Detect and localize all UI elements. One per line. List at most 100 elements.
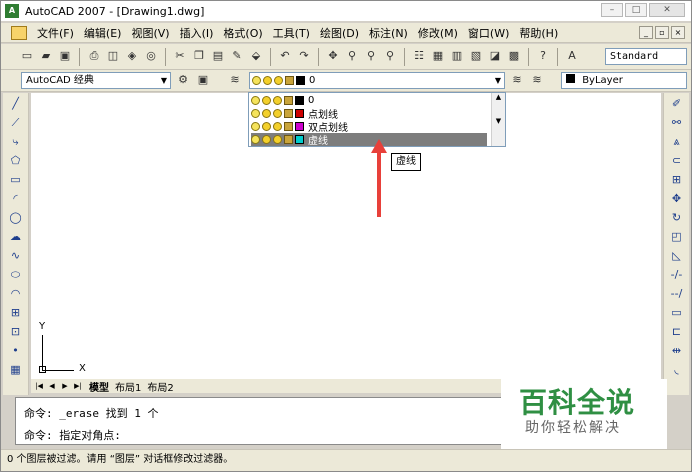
calculator-icon[interactable]: ▩ [506,48,522,64]
rotate-icon[interactable]: ↻ [669,210,685,226]
layer-on-icon[interactable] [251,109,260,118]
publish-icon[interactable]: ◈ [124,48,140,64]
tab-layout1[interactable]: 布局1 [115,379,141,394]
plot-icon[interactable]: ⎙ [86,48,102,64]
stretch-icon[interactable]: ◺ [669,248,685,264]
layer-thaw-icon[interactable] [262,96,271,105]
last-tab-icon[interactable]: ▶| [73,381,83,391]
open-file-icon[interactable]: ▰ [38,48,54,64]
pan-icon[interactable]: ✥ [325,48,341,64]
construction-line-icon[interactable]: ⟋ [8,115,24,131]
cut-icon[interactable]: ✂ [172,48,188,64]
menu-window[interactable]: 窗口(W) [468,25,509,41]
color-control-combo[interactable]: ByLayer [561,72,687,89]
erase-icon[interactable]: ✐ [669,96,685,112]
layer-unlock-icon[interactable] [284,109,293,118]
point-icon[interactable]: • [8,343,24,359]
layer-viewport-icon[interactable] [273,122,282,131]
menu-insert[interactable]: 插入(I) [180,25,214,41]
hatch-icon[interactable]: ▦ [8,362,24,378]
layer-viewport-icon[interactable] [273,109,282,118]
layer-manager-icon[interactable]: ≋ [227,72,243,88]
layer-unlock-icon[interactable] [284,96,293,105]
trim-icon[interactable]: -/- [669,267,685,283]
ellipse-arc-icon[interactable]: ◠ [8,286,24,302]
fillet-icon[interactable]: ◟ [669,362,685,378]
close-icon[interactable]: ✕ [649,3,685,17]
match-properties-icon[interactable]: ✎ [229,48,245,64]
layer-previous-icon[interactable]: ≋ [529,72,545,88]
menu-dimension[interactable]: 标注(N) [369,25,408,41]
menu-file[interactable]: 文件(F) [37,25,74,41]
layer-on-icon[interactable] [251,122,260,131]
plot-preview-icon[interactable]: ◫ [105,48,121,64]
copy-icon[interactable]: ❐ [191,48,207,64]
layer-viewport-icon[interactable] [273,135,282,144]
layer-on-icon[interactable] [251,96,260,105]
zoom-window-icon[interactable]: ⚲ [363,48,379,64]
tab-model[interactable]: 模型 [89,379,109,394]
doc-restore-icon[interactable]: ▫ [655,26,669,39]
offset-icon[interactable]: ⊂ [669,153,685,169]
help-icon[interactable]: ? [535,48,551,64]
doc-close-icon[interactable]: × [671,26,685,39]
dropdown-scrollbar[interactable]: ▲ ▼ [491,93,505,146]
new-file-icon[interactable]: ▭ [19,48,35,64]
design-center-icon[interactable]: ▦ [430,48,446,64]
polyline-icon[interactable]: ⤷ [8,134,24,150]
rectangle-icon[interactable]: ▭ [8,172,24,188]
menu-edit[interactable]: 编辑(E) [84,25,122,41]
paste-icon[interactable]: ▤ [210,48,226,64]
layer-combo[interactable]: 0 ▼ [249,72,505,89]
text-style-icon[interactable]: A [564,48,580,64]
arc-icon[interactable]: ◜ [8,191,24,207]
minimize-icon[interactable]: – [601,3,623,17]
line-icon[interactable]: ╱ [8,96,24,112]
next-tab-icon[interactable]: ▶ [60,381,70,391]
insert-block-icon[interactable]: ⊞ [8,305,24,321]
menu-modify[interactable]: 修改(M) [418,25,458,41]
extend-icon[interactable]: --/ [669,286,685,302]
layer-row[interactable]: 0 [251,94,487,107]
ellipse-icon[interactable]: ⬭ [8,267,24,283]
layer-thaw-icon[interactable] [262,135,271,144]
polygon-icon[interactable]: ⬠ [8,153,24,169]
first-tab-icon[interactable]: |◀ [34,381,44,391]
layer-row[interactable]: 点划线 [251,107,487,121]
workspace-save-icon[interactable]: ▣ [195,72,211,88]
array-icon[interactable]: ⊞ [669,172,685,188]
3d-dwf-icon[interactable]: ◎ [143,48,159,64]
make-current-layer-icon[interactable]: ≋ [509,72,525,88]
maximize-icon[interactable]: □ [625,3,647,17]
redo-icon[interactable]: ↷ [296,48,312,64]
tab-layout2[interactable]: 布局2 [147,379,173,394]
command-prompt-line[interactable]: 命令: 指定对角点: [24,427,121,443]
break-icon[interactable]: ▭ [669,305,685,321]
layer-on-icon[interactable] [251,135,260,144]
move-icon[interactable]: ✥ [669,191,685,207]
chamfer-icon[interactable]: ⇹ [669,343,685,359]
layer-viewport-icon[interactable] [273,96,282,105]
layer-row[interactable]: 双点划线 [251,120,487,134]
undo-icon[interactable]: ↶ [277,48,293,64]
tool-palettes-icon[interactable]: ▥ [449,48,465,64]
layer-thaw-icon[interactable] [262,109,271,118]
spline-icon[interactable]: ∿ [8,248,24,264]
revision-cloud-icon[interactable]: ☁ [8,229,24,245]
layer-unlock-icon[interactable] [284,122,293,131]
menu-help[interactable]: 帮助(H) [519,25,558,41]
doc-minimize-icon[interactable]: _ [639,26,653,39]
properties-icon[interactable]: ☷ [411,48,427,64]
chevron-down-icon[interactable]: ▼ [495,73,501,88]
make-block-icon[interactable]: ⊡ [8,324,24,340]
block-editor-icon[interactable]: ⬙ [248,48,264,64]
workspace-settings-icon[interactable]: ⚙ [175,72,191,88]
markup-icon[interactable]: ◪ [487,48,503,64]
prev-tab-icon[interactable]: ◀ [47,381,57,391]
menu-view[interactable]: 视图(V) [131,25,169,41]
zoom-realtime-icon[interactable]: ⚲ [344,48,360,64]
copy-object-icon[interactable]: ⚯ [669,115,685,131]
scale-icon[interactable]: ◰ [669,229,685,245]
document-icon[interactable] [11,25,27,40]
menu-tools[interactable]: 工具(T) [273,25,310,41]
